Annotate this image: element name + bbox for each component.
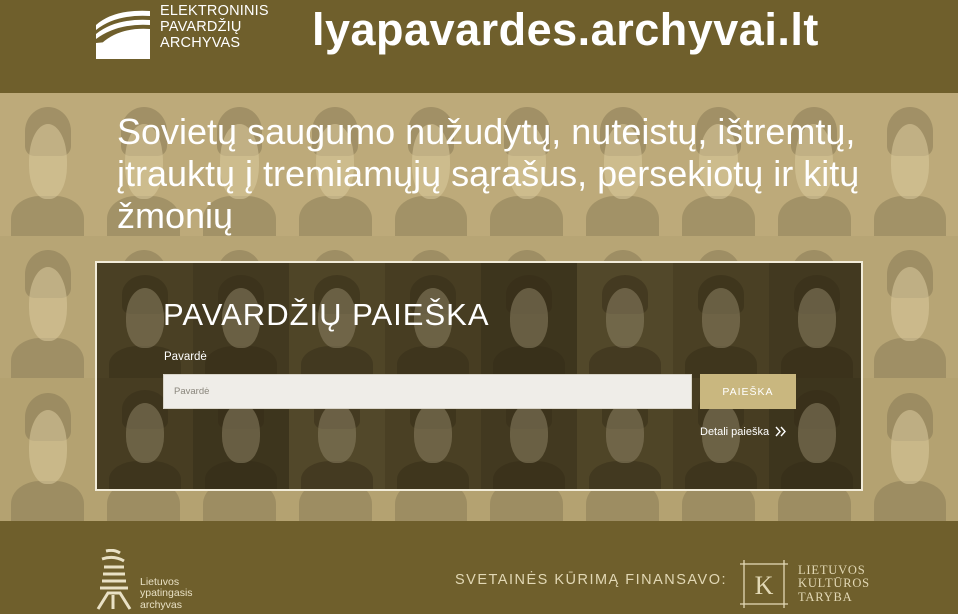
- site-footer: Lietuvos ypatingasis archyvas SVETAINĖS …: [0, 521, 958, 614]
- lya-line: archyvas: [140, 598, 183, 611]
- ltk-frame-icon: K: [740, 560, 788, 608]
- ltk-logo[interactable]: K LIETUVOS KULTŪROS TARYBA: [740, 560, 870, 608]
- lya-building-icon: [94, 548, 134, 611]
- ltk-line: KULTŪROS: [798, 576, 870, 591]
- archive-logo-icon: [94, 3, 152, 61]
- hero-title: Sovietų saugumo nužudytų, nuteistų, ištr…: [117, 111, 860, 236]
- ltk-logo-text: LIETUVOS KULTŪROS TARYBA: [798, 562, 870, 605]
- lya-logo-text: Lietuvos ypatingasis archyvas: [140, 576, 193, 612]
- lya-line: ypatingasis: [140, 587, 193, 599]
- site-title[interactable]: lyapavardes.archyvai.lt: [312, 4, 819, 56]
- ltk-letter: K: [755, 571, 774, 600]
- search-panel-title: PAVARDŽIŲ PAIEŠKA: [163, 297, 490, 332]
- hero-section: Sovietų saugumo nužudytų, nuteistų, ištr…: [0, 93, 958, 521]
- ltk-line: LIETUVOS: [798, 562, 866, 577]
- logo-line: ARCHYVAS: [160, 35, 241, 51]
- ltk-line: TARYBA: [798, 589, 853, 604]
- search-button[interactable]: PAIEŠKA: [700, 374, 796, 409]
- search-panel: PAVARDŽIŲ PAIEŠKA Pavardė PAIEŠKA Detali…: [95, 261, 863, 491]
- surname-input[interactable]: [163, 374, 692, 409]
- site-header: ELEKTRONINIS PAVARDŽIŲ ARCHYVAS lyapavar…: [0, 0, 958, 93]
- logo-line: PAVARDŽIŲ: [160, 19, 242, 35]
- surname-label: Pavardė: [164, 351, 207, 363]
- detailed-search-link[interactable]: Detali paieška: [700, 426, 787, 438]
- lya-logo[interactable]: Lietuvos ypatingasis archyvas: [94, 548, 193, 612]
- double-chevron-right-icon: [775, 426, 787, 438]
- detailed-search-label: Detali paieška: [700, 426, 770, 438]
- logo-line: ELEKTRONINIS: [160, 3, 269, 19]
- archive-logo[interactable]: ELEKTRONINIS PAVARDŽIŲ ARCHYVAS: [94, 3, 269, 61]
- archive-logo-text: ELEKTRONINIS PAVARDŽIŲ ARCHYVAS: [160, 3, 269, 51]
- funded-by-label: SVETAINĖS KŪRIMĄ FINANSAVO:: [455, 572, 728, 588]
